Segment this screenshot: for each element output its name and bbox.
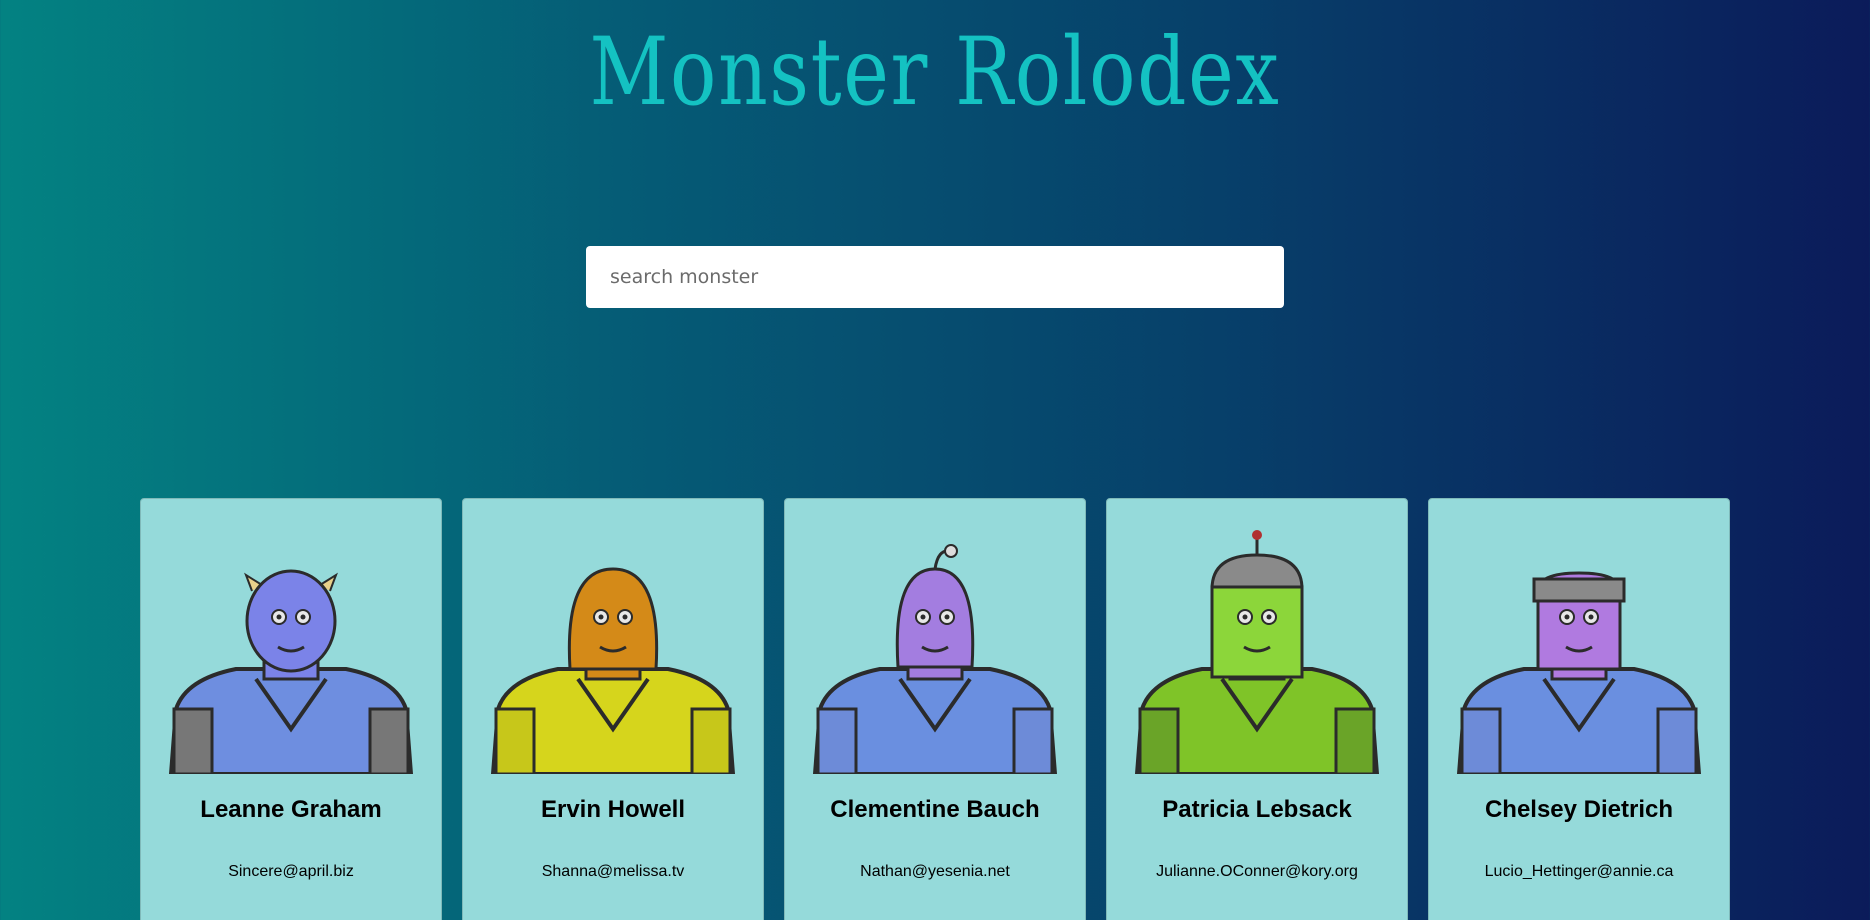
monster-email: Shanna@melissa.tv bbox=[541, 863, 685, 880]
monster-email: Nathan@yesenia.net bbox=[860, 863, 1010, 880]
horned-blue-monster-icon bbox=[168, 569, 414, 774]
search-input[interactable] bbox=[586, 246, 1284, 308]
monster-card[interactable]: Clementine Bauch Nathan@yesenia.net bbox=[784, 498, 1086, 920]
avatar bbox=[490, 567, 736, 774]
card-list: Leanne Graham Sincere@april.biz Ervin Ho… bbox=[140, 498, 1730, 920]
monster-email: Julianne.OConner@kory.org bbox=[1156, 863, 1358, 880]
avatar bbox=[1456, 571, 1702, 774]
monster-name: Patricia Lebsack bbox=[1162, 796, 1352, 823]
purple-cyclops-monster-icon bbox=[812, 544, 1058, 774]
monster-card[interactable]: Ervin Howell Shanna@melissa.tv bbox=[462, 498, 764, 920]
purple-cyborg-monster-icon bbox=[1456, 571, 1702, 774]
monster-name: Clementine Bauch bbox=[830, 796, 1040, 823]
monster-email: Sincere@april.biz bbox=[228, 863, 354, 880]
green-robot-monster-icon bbox=[1134, 530, 1380, 774]
page-title: Monster Rolodex bbox=[589, 18, 1281, 127]
orange-helmet-monster-icon bbox=[490, 567, 736, 774]
avatar bbox=[812, 544, 1058, 774]
avatar bbox=[168, 569, 414, 774]
monster-name: Leanne Graham bbox=[200, 796, 382, 823]
monster-email: Lucio_Hettinger@annie.ca bbox=[1484, 863, 1674, 880]
monster-name: Ervin Howell bbox=[540, 796, 686, 823]
monster-card[interactable]: Leanne Graham Sincere@april.biz bbox=[140, 498, 442, 920]
monster-name: Chelsey Dietrich bbox=[1484, 796, 1674, 823]
avatar bbox=[1134, 530, 1380, 774]
monster-card[interactable]: Chelsey Dietrich Lucio_Hettinger@annie.c… bbox=[1428, 498, 1730, 920]
monster-card[interactable]: Patricia Lebsack Julianne.OConner@kory.o… bbox=[1106, 498, 1408, 920]
